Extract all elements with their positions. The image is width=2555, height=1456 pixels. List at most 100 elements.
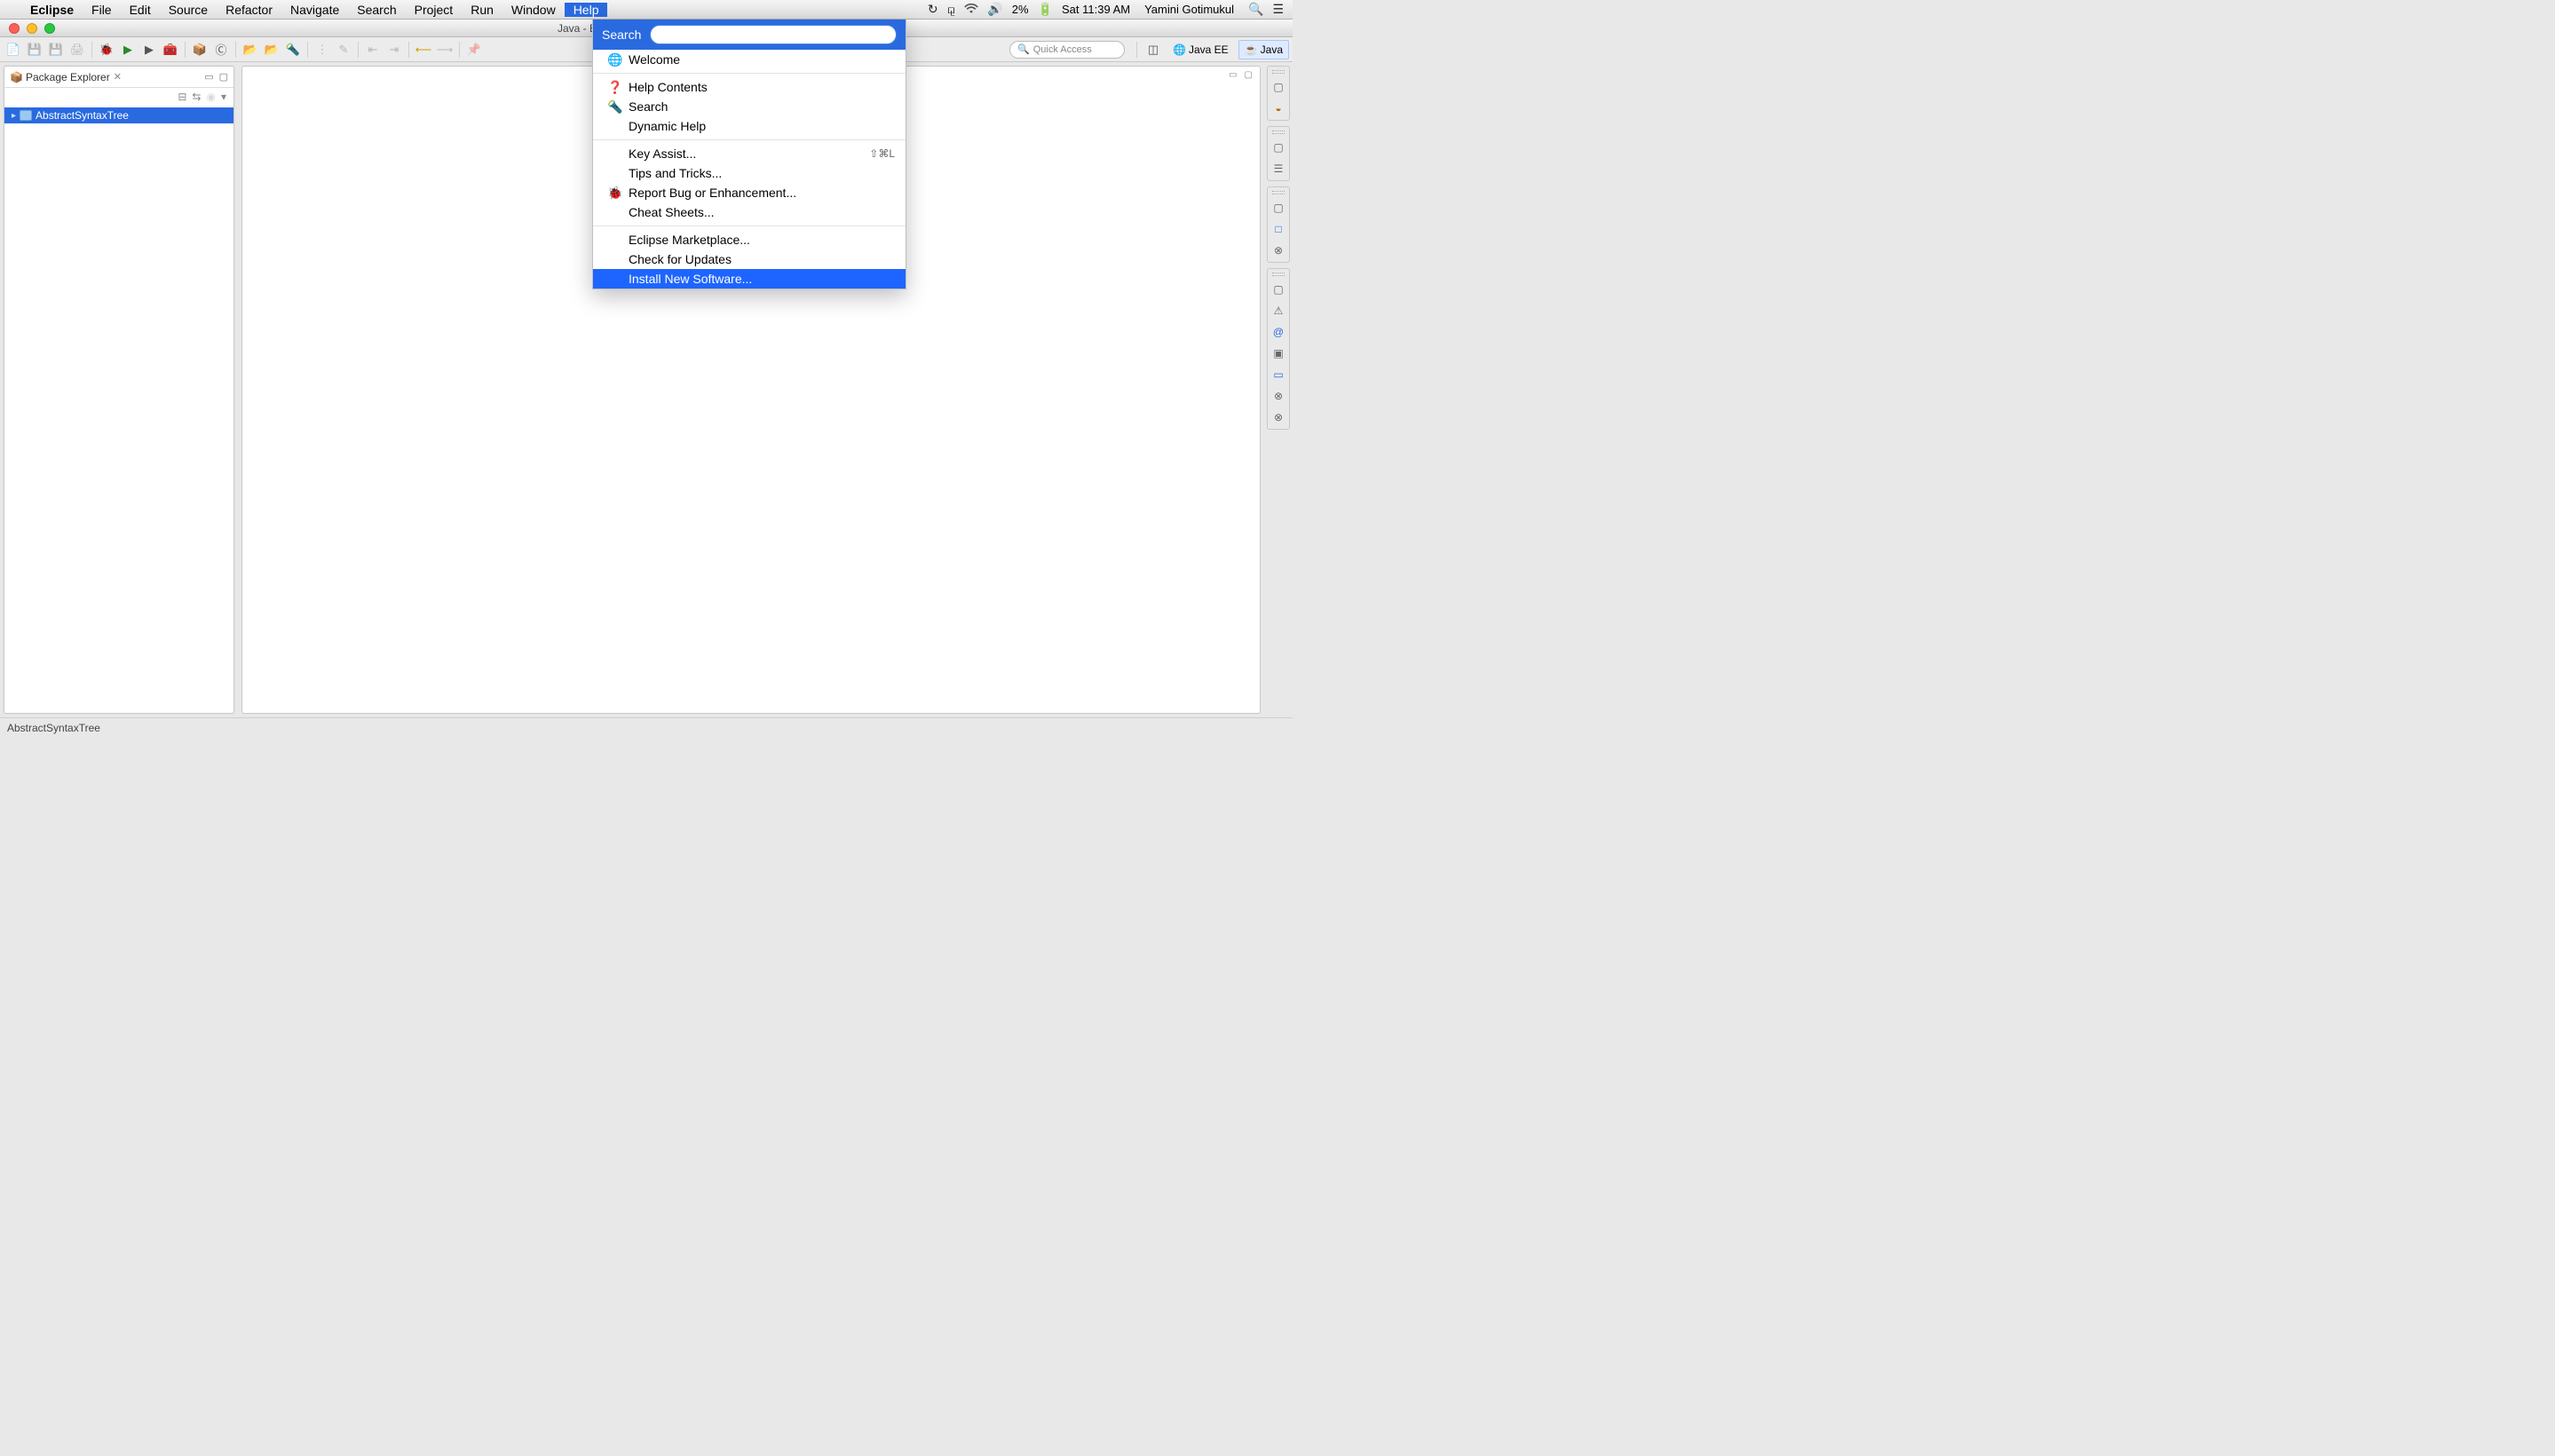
maximize-view-icon[interactable]: ▢	[219, 71, 228, 83]
window-controls	[0, 23, 55, 34]
help-cheat-sheets-label: Cheat Sheets...	[629, 205, 715, 219]
menu-navigate[interactable]: Navigate	[281, 3, 348, 17]
package-explorer-tab[interactable]: 📦 Package Explorer ✕ ▭ ▢	[4, 67, 233, 88]
window-minimize-button[interactable]	[27, 23, 37, 34]
open-task-button[interactable]: 📂	[262, 40, 281, 59]
help-dropdown-menu: Search 🌐 Welcome ❓ Help Contents 🔦 Searc…	[592, 20, 906, 289]
dock-handle[interactable]	[1272, 273, 1285, 276]
link-editor-icon[interactable]: ⇆	[192, 91, 201, 103]
console-icon[interactable]: ▭	[1270, 367, 1287, 383]
wifi-icon[interactable]	[964, 3, 978, 17]
outline-icon[interactable]: ☰	[1270, 161, 1287, 177]
restore-icon[interactable]: ▢	[1270, 139, 1287, 155]
maximize-editor-icon[interactable]: ▢	[1245, 70, 1253, 80]
task-list-icon[interactable]: ◒	[1270, 100, 1287, 116]
perspective-java-label: Java	[1261, 44, 1283, 56]
focus-task-icon: ◉	[206, 91, 215, 103]
outline-view-icon[interactable]: □	[1270, 221, 1287, 237]
collapse-all-icon[interactable]: ⊟	[178, 91, 186, 103]
search-button[interactable]: 🔦	[283, 40, 303, 59]
package-explorer-tree[interactable]: ▸ AbstractSyntaxTree	[4, 106, 233, 713]
search-icon: 🔦	[607, 99, 623, 115]
minimize-view-icon[interactable]: ▭	[204, 71, 213, 83]
expand-arrow-icon[interactable]: ▸	[12, 111, 16, 121]
dock-handle[interactable]	[1272, 191, 1285, 194]
declaration-icon[interactable]: ▣	[1270, 345, 1287, 361]
menu-file[interactable]: File	[83, 3, 121, 17]
open-type-button[interactable]: 📂	[241, 40, 260, 59]
separator	[358, 42, 359, 58]
javadoc-icon[interactable]: @	[1270, 324, 1287, 340]
history-icon[interactable]: ⊗	[1270, 409, 1287, 425]
dock-handle[interactable]	[1272, 70, 1285, 74]
new-button[interactable]: 📄	[4, 40, 23, 59]
help-contents-label: Help Contents	[629, 80, 708, 94]
dock-group-1: ▢ ◒	[1267, 66, 1290, 121]
help-key-assist-label: Key Assist...	[629, 146, 696, 161]
spotlight-icon[interactable]: 🔍	[1248, 2, 1263, 17]
menu-help[interactable]: Help	[565, 3, 608, 17]
bluetooth-icon[interactable]: ⚼	[947, 2, 956, 17]
battery-percent: 2%	[1012, 3, 1029, 16]
new-class-button[interactable]: Ⓒ	[211, 40, 231, 59]
debug-button[interactable]: 🐞	[97, 40, 116, 59]
ant-icon[interactable]: ⊗	[1270, 242, 1287, 258]
close-icon[interactable]: ✕	[114, 71, 122, 83]
back-button[interactable]: ⟵	[414, 40, 433, 59]
search-icon: 🔍	[1017, 44, 1030, 55]
menu-separator	[593, 139, 906, 140]
error-log-icon[interactable]: ⊗	[1270, 388, 1287, 404]
menu-edit[interactable]: Edit	[121, 3, 160, 17]
problems-icon[interactable]: ⚠	[1270, 303, 1287, 319]
next-annotation-button: ⇥	[384, 40, 404, 59]
help-contents[interactable]: ❓ Help Contents	[593, 77, 906, 97]
help-cheat-sheets[interactable]: Cheat Sheets...	[593, 202, 906, 222]
new-package-button[interactable]: 📦	[190, 40, 210, 59]
dock-handle[interactable]	[1272, 131, 1285, 134]
help-dynamic-help[interactable]: Dynamic Help	[593, 116, 906, 136]
perspective-java[interactable]: ☕Java	[1238, 40, 1289, 59]
help-check-updates[interactable]: Check for Updates	[593, 249, 906, 269]
separator	[235, 42, 236, 58]
view-menu-icon[interactable]: ▾	[221, 91, 226, 103]
help-report-bug[interactable]: 🐞 Report Bug or Enhancement...	[593, 183, 906, 202]
help-key-assist[interactable]: Key Assist... ⇧⌘L	[593, 144, 906, 163]
open-perspective-button[interactable]: ◫	[1143, 40, 1163, 59]
help-dynamic-help-label: Dynamic Help	[629, 119, 706, 133]
volume-icon[interactable]: 🔊	[987, 2, 1002, 17]
help-welcome[interactable]: 🌐 Welcome	[593, 50, 906, 69]
restore-icon[interactable]: ▢	[1270, 79, 1287, 95]
menu-project[interactable]: Project	[406, 3, 463, 17]
restore-icon[interactable]: ▢	[1270, 281, 1287, 297]
run-button[interactable]: ▶	[118, 40, 138, 59]
menu-window[interactable]: Window	[502, 3, 565, 17]
coverage-button[interactable]: ▶	[139, 40, 159, 59]
help-search-item[interactable]: 🔦 Search	[593, 97, 906, 116]
battery-icon[interactable]: 🔋	[1038, 2, 1053, 17]
clock[interactable]: Sat 11:39 AM	[1062, 3, 1130, 16]
app-name[interactable]: Eclipse	[21, 3, 83, 17]
notification-center-icon[interactable]: ☰	[1272, 2, 1284, 17]
quick-access-field[interactable]: 🔍 Quick Access	[1009, 41, 1125, 59]
help-marketplace[interactable]: Eclipse Marketplace...	[593, 230, 906, 249]
menu-search[interactable]: Search	[348, 3, 405, 17]
help-install-new-software-label: Install New Software...	[629, 272, 752, 286]
menu-run[interactable]: Run	[462, 3, 502, 17]
window-zoom-button[interactable]	[44, 23, 55, 34]
right-trim-stack: ▢ ◒ ▢ ☰ ▢ □ ⊗ ▢ ⚠ @ ▣ ▭ ⊗ ⊗	[1266, 66, 1291, 714]
external-tools-button[interactable]: 🧰	[161, 40, 180, 59]
window-close-button[interactable]	[9, 23, 20, 34]
help-search-input[interactable]	[650, 25, 897, 44]
project-node[interactable]: ▸ AbstractSyntaxTree	[4, 107, 233, 123]
user-menu[interactable]: Yamini Gotimukul	[1139, 3, 1239, 16]
help-search-label: Search	[602, 28, 641, 42]
menu-refactor[interactable]: Refactor	[217, 3, 281, 17]
timemachine-icon[interactable]: ↻	[928, 2, 938, 17]
help-install-new-software[interactable]: Install New Software...	[593, 269, 906, 289]
perspective-java-ee[interactable]: 🌐Java EE	[1167, 40, 1235, 59]
minimize-editor-icon[interactable]: ▭	[1229, 70, 1237, 80]
restore-icon[interactable]: ▢	[1270, 200, 1287, 216]
menu-separator	[593, 73, 906, 74]
help-tips[interactable]: Tips and Tricks...	[593, 163, 906, 183]
menu-source[interactable]: Source	[160, 3, 217, 17]
